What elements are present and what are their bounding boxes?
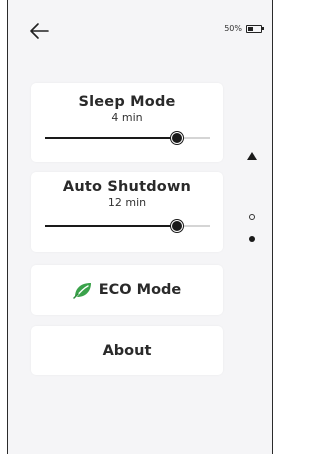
sleep-mode-title: Sleep Mode bbox=[78, 94, 176, 110]
slider-fill bbox=[45, 224, 177, 227]
eco-mode-button[interactable]: ECO Mode bbox=[31, 265, 223, 315]
leaf-icon bbox=[72, 283, 91, 299]
battery-icon bbox=[246, 24, 264, 33]
auto-shutdown-card: Auto Shutdown 12 min bbox=[31, 172, 223, 252]
slider-thumb[interactable] bbox=[171, 132, 183, 144]
page-indicator-dot-2-active[interactable] bbox=[249, 236, 255, 242]
battery-level-fill bbox=[248, 26, 253, 31]
status-bar: 50% bbox=[224, 24, 264, 33]
device-screen: 50% Sleep Mode 4 min Auto Shutdown 12 mi… bbox=[7, 0, 273, 454]
eco-mode-label: ECO Mode bbox=[98, 282, 182, 298]
auto-shutdown-value: 12 min bbox=[107, 196, 147, 209]
sleep-mode-card: Sleep Mode 4 min bbox=[31, 83, 223, 162]
slider-fill bbox=[45, 136, 177, 139]
battery-percent: 50% bbox=[224, 24, 242, 33]
about-label: About bbox=[102, 342, 152, 359]
back-arrow-icon bbox=[30, 23, 49, 39]
scroll-up-arrow-icon[interactable] bbox=[247, 152, 257, 160]
about-button[interactable]: About bbox=[31, 326, 223, 375]
sleep-mode-value: 4 min bbox=[111, 111, 143, 124]
auto-shutdown-title: Auto Shutdown bbox=[62, 179, 192, 195]
slider-thumb[interactable] bbox=[171, 220, 183, 232]
sleep-mode-slider[interactable] bbox=[45, 132, 210, 144]
auto-shutdown-slider[interactable] bbox=[45, 220, 210, 232]
back-button[interactable] bbox=[28, 21, 50, 41]
page-indicator-dot-1[interactable] bbox=[249, 214, 255, 220]
